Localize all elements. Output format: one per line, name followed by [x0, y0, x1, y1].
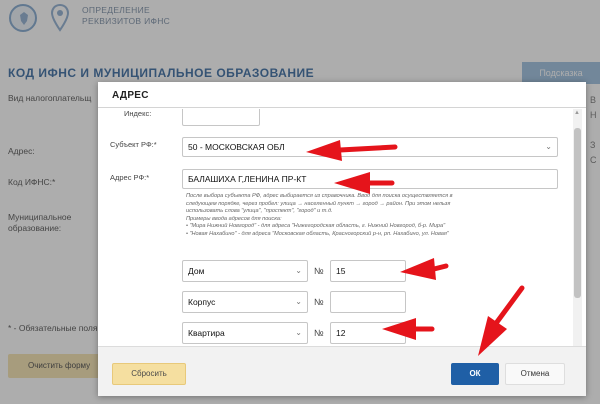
flat-type-select[interactable]: Квартира ⌄ — [182, 322, 308, 344]
hint-line: использовать слова "улица", "проспект", … — [186, 208, 333, 215]
reset-button[interactable]: Сбросить — [112, 363, 186, 385]
chevron-down-icon: ⌄ — [295, 266, 302, 275]
hint-example-text: "Новая Нахабино" - для адреса "Московска… — [189, 230, 449, 237]
building-type-select[interactable]: Корпус ⌄ — [182, 291, 308, 313]
dialog-header: АДРЕС — [98, 82, 586, 108]
index-field[interactable] — [182, 109, 260, 126]
house-number-input[interactable]: 15 — [330, 260, 406, 282]
hint-line: следующем порядке, через пробел: улица →… — [186, 200, 451, 207]
address-dialog: АДРЕС Индекс: Субъект РФ:* 50 - МОСКОВСК… — [98, 82, 586, 396]
chevron-down-icon: ⌄ — [545, 142, 552, 151]
building-number-input[interactable] — [330, 291, 406, 313]
flat-number-input[interactable]: 12 — [330, 322, 406, 344]
building-type-value: Корпус — [188, 297, 216, 307]
house-type-value: Дом — [188, 266, 205, 276]
subject-label: Субъект РФ:* — [110, 140, 157, 149]
hint-example: • "Мира Нижний Новгород" - для адреса "Н… — [186, 223, 446, 230]
hint-line: После выбора субъекта РФ, адрес выбирает… — [186, 193, 453, 199]
subject-value: 50 - МОСКОВСКАЯ ОБЛ — [188, 142, 285, 152]
subject-select[interactable]: 50 - МОСКОВСКАЯ ОБЛ ⌄ — [182, 137, 558, 157]
chevron-down-icon: ⌄ — [295, 328, 302, 337]
dialog-body: Индекс: Субъект РФ:* 50 - МОСКОВСКАЯ ОБЛ… — [98, 109, 586, 346]
number-sign: № — [314, 266, 324, 276]
number-sign: № — [314, 297, 324, 307]
address-hint: После выбора субъекта РФ, адрес выбирает… — [186, 193, 566, 239]
address-input[interactable]: БАЛАШИХА Г,ЛЕНИНА ПР-КТ — [182, 169, 558, 189]
scroll-up-icon[interactable]: ▲ — [574, 110, 580, 116]
dialog-title: АДРЕС — [112, 90, 149, 101]
index-label: Индекс: — [124, 109, 152, 118]
flat-type-value: Квартира — [188, 328, 225, 338]
cancel-button[interactable]: Отмена — [505, 363, 565, 385]
chevron-down-icon: ⌄ — [295, 297, 302, 306]
number-sign: № — [314, 328, 324, 338]
house-type-select[interactable]: Дом ⌄ — [182, 260, 308, 282]
hint-example: • "Новая Нахабино" - для адреса "Московс… — [186, 230, 449, 237]
ok-button[interactable]: ОК — [451, 363, 499, 385]
address-rf-label: Адрес РФ:* — [110, 173, 150, 182]
scrollbar-thumb[interactable] — [574, 128, 581, 298]
hint-example-text: "Мира Нижний Новгород" - для адреса "Ниж… — [189, 223, 446, 230]
dialog-footer: Сбросить ОК Отмена — [98, 346, 586, 396]
